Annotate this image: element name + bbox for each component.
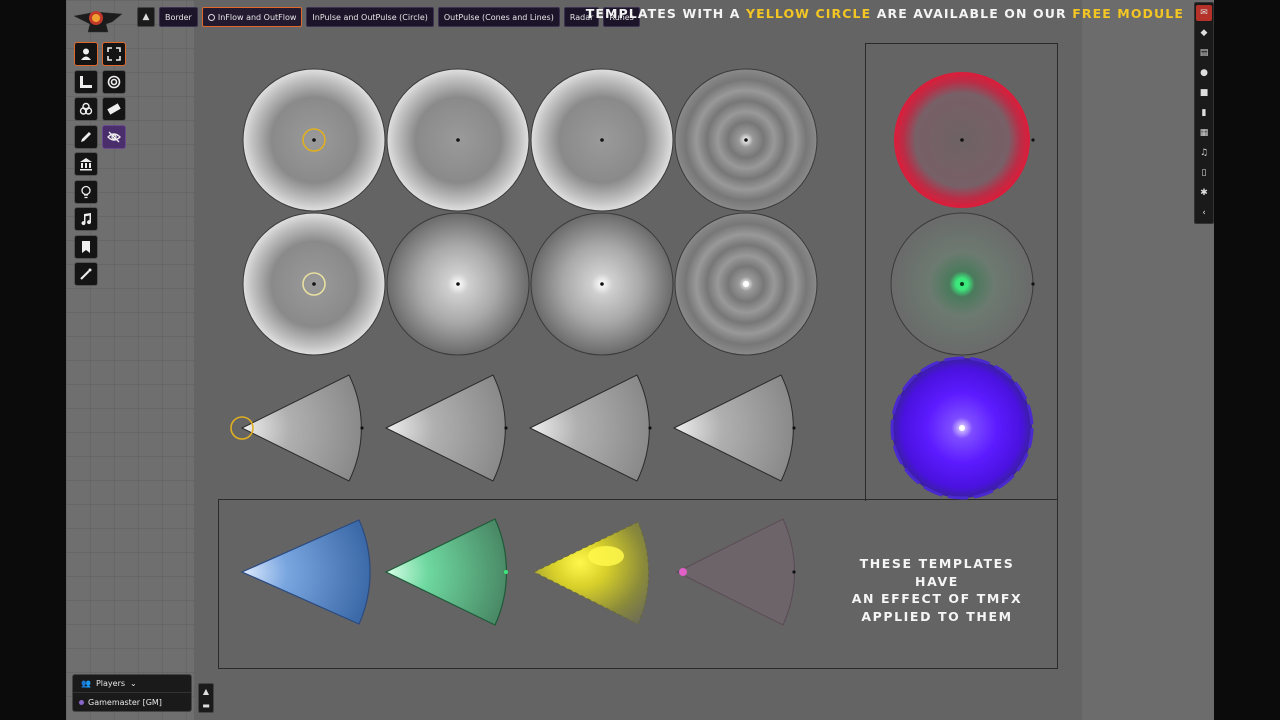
chat-icon[interactable]: ✉: [1196, 5, 1212, 21]
banner-highlight: YELLOW CIRCLE: [745, 6, 872, 21]
scene-nav-collapse-button[interactable]: ▲: [137, 7, 155, 27]
map-icon[interactable]: ▤: [1196, 45, 1212, 61]
active-scene-icon: [207, 13, 215, 21]
expand-icon[interactable]: [101, 42, 126, 66]
player-name: Gamemaster [GM]: [88, 697, 162, 707]
template-cone-3[interactable]: [528, 374, 652, 482]
music-icon[interactable]: [74, 207, 98, 231]
players-list: 👥 Players ⌄ Gamemaster [GM]: [72, 674, 192, 712]
module-banner: TEMPLATES WITH A YELLOW CIRCLE ARE AVAIL…: [586, 6, 1184, 21]
template-circle-outflow-1[interactable]: [242, 212, 386, 356]
tmfx-note: THESE TEMPLATES HAVE AN EFFECT OF TMFX A…: [840, 555, 1034, 625]
scene-tab-inflow-outflow[interactable]: InFlow and OutFlow: [201, 7, 303, 27]
scene-tab-inpulse-outpulse[interactable]: InPulse and OutPulse (Circle): [306, 7, 434, 27]
folder-icon[interactable]: ▬: [202, 701, 210, 710]
template-cone-tmfx-blue[interactable]: [240, 519, 371, 625]
chevron-down-icon: ⌄: [130, 679, 137, 688]
template-cone-4[interactable]: [672, 374, 796, 482]
template-circle-purple[interactable]: [890, 356, 1034, 500]
eye-slash-icon[interactable]: [101, 124, 126, 149]
template-cone-tmfx-pink[interactable]: [675, 518, 796, 626]
token-user-icon[interactable]: [74, 42, 98, 66]
template-circle-outflow-4[interactable]: [674, 212, 818, 356]
collapse-icon[interactable]: ‹: [1196, 205, 1212, 221]
ruler-icon[interactable]: [74, 69, 98, 94]
banner-text: ARE AVAILABLE ON OUR: [871, 6, 1073, 21]
template-cone-2[interactable]: [384, 374, 508, 482]
player-color-dot: [79, 699, 84, 705]
banner-highlight: FREE MODULE: [1072, 6, 1184, 21]
template-circle-inflow-4[interactable]: [674, 68, 818, 212]
book-icon[interactable]: ▮: [1196, 105, 1212, 121]
hotbar-controls: ▲ ▬: [198, 683, 214, 713]
note-line-1: THESE TEMPLATES HAVE: [859, 556, 1015, 589]
templates-layer: [230, 68, 1035, 626]
tiles-icon[interactable]: [74, 97, 98, 121]
scene-navigation: Border InFlow and OutFlow InPulse and Ou…: [159, 7, 640, 27]
target-icon[interactable]: [101, 69, 126, 94]
pencil-icon[interactable]: [74, 124, 98, 149]
music-icon[interactable]: ♫: [1196, 145, 1212, 161]
scene-tab-border[interactable]: Border: [159, 7, 198, 27]
foundry-logo: [73, 11, 123, 33]
template-cone-tmfx-green[interactable]: [384, 518, 508, 626]
lightbulb-icon[interactable]: [74, 179, 98, 204]
banner-text: TEMPLATES WITH A: [585, 6, 746, 21]
template-circle-green[interactable]: [890, 212, 1035, 356]
bookmark-icon[interactable]: [74, 234, 98, 259]
note-line-3: APPLIED TO THEM: [861, 608, 1013, 624]
note-line-2: AN EFFECT OF TMFX: [851, 591, 1023, 606]
players-title: Players: [95, 679, 126, 688]
template-circle-outflow-2[interactable]: [386, 212, 530, 356]
template-cone-1[interactable]: [240, 374, 364, 482]
scene-canvas[interactable]: THESE TEMPLATES HAVE AN EFFECT OF TMFX A…: [66, 0, 1214, 720]
template-circle-red[interactable]: [894, 72, 1035, 208]
players-header[interactable]: 👥 Players ⌄: [73, 675, 191, 693]
cogs-icon[interactable]: ✱: [1196, 185, 1212, 201]
sidebar-tabs: ✉ ◆ ▤ ● ■ ▮ ▦ ♫ ▯ ✱ ‹: [1194, 2, 1214, 224]
users-icon[interactable]: ●: [1196, 65, 1212, 81]
player-row: Gamemaster [GM]: [73, 693, 191, 711]
table-icon[interactable]: ▦: [1196, 125, 1212, 141]
chevron-up-icon[interactable]: ▲: [203, 687, 209, 696]
template-cone-tmfx-yellow[interactable]: [532, 521, 650, 625]
template-circle-inflow-2[interactable]: [386, 68, 530, 212]
measure-tape-icon[interactable]: [101, 97, 126, 121]
suitcase-icon[interactable]: ■: [1196, 85, 1212, 101]
magic-wand-icon[interactable]: [74, 262, 98, 286]
template-circle-inflow-1[interactable]: [242, 68, 386, 212]
scene-tab-outpulse-cones[interactable]: OutPulse (Cones and Lines): [437, 7, 560, 27]
bank-icon[interactable]: [74, 152, 98, 176]
template-circle-outflow-3[interactable]: [530, 212, 674, 356]
dice-icon[interactable]: ◆: [1196, 25, 1212, 41]
journal-icon[interactable]: ▯: [1196, 165, 1212, 181]
template-circle-inflow-3[interactable]: [530, 68, 674, 212]
scene-controls: [74, 42, 126, 286]
users-icon: 👥: [81, 679, 91, 688]
